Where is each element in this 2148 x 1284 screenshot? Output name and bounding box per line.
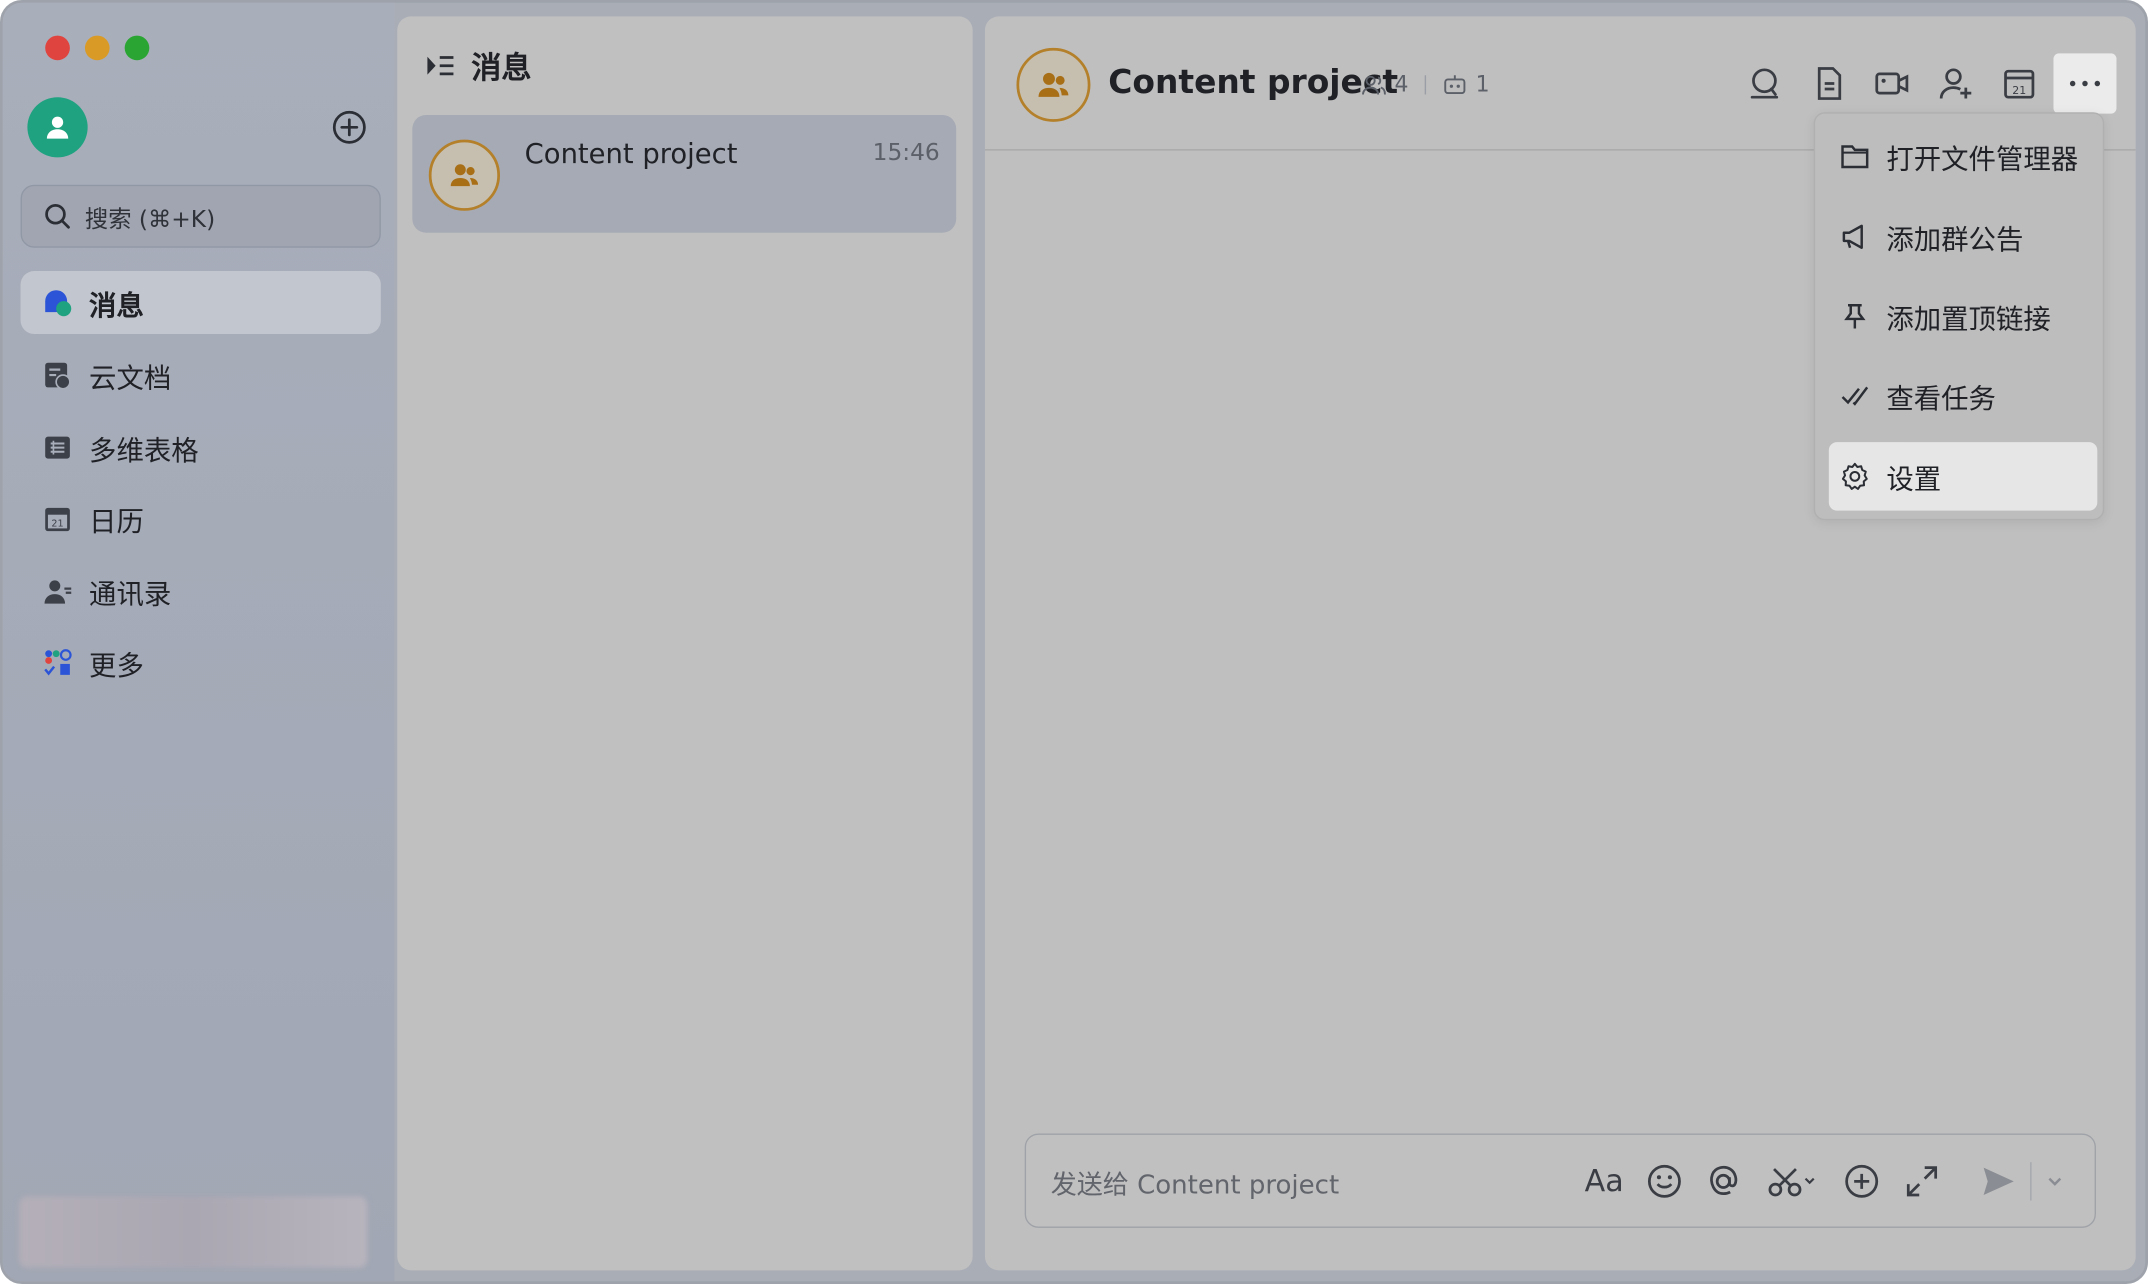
menu-item-add-announcement[interactable]: 添加群公告	[1821, 203, 2098, 271]
more-options-button[interactable]	[2053, 53, 2117, 114]
send-divider	[2030, 1162, 2032, 1201]
more-options-menu: 打开文件管理器 添加群公告 添加置顶链接 查看任务 设置	[1813, 112, 2105, 521]
composer-placeholder: 发送给 Content project	[1050, 1170, 1340, 1201]
sidebar-item-cloud-docs[interactable]: 云文档	[21, 344, 381, 407]
close-window-button[interactable]	[45, 35, 70, 61]
calendar-icon: 21	[45, 507, 70, 532]
sidebar-item-label: 更多	[89, 648, 144, 682]
sidebar-item-label: 消息	[89, 288, 144, 322]
message-composer[interactable]: 发送给 Content project Aa	[1024, 1133, 2096, 1228]
emoji-icon[interactable]	[1645, 1162, 1683, 1200]
sidebar: 搜索 (⌘+K) 消息 云文档 多维表格 21 日历 通讯录 更多	[2, 2, 395, 1282]
send-icon[interactable]	[1980, 1162, 2018, 1200]
group-avatar	[428, 139, 501, 211]
gear-icon	[1841, 462, 1868, 490]
menu-item-open-file-manager[interactable]: 打开文件管理器	[1821, 122, 2098, 190]
message-list-header: 消息	[425, 44, 532, 88]
group-icon	[1038, 72, 1069, 97]
expand-icon[interactable]	[1903, 1162, 1941, 1200]
search-placeholder: 搜索 (⌘+K)	[84, 206, 216, 234]
chevron-down-icon[interactable]	[2043, 1162, 2068, 1200]
conversation-time: 15:46	[872, 139, 940, 168]
search-icon	[45, 203, 70, 229]
folder-icon	[1841, 145, 1869, 169]
search-chat-icon[interactable]	[1747, 66, 1783, 102]
sidebar-item-base-table[interactable]: 多维表格	[21, 416, 381, 479]
format-text-button[interactable]: Aa	[1584, 1162, 1624, 1200]
zoom-window-button[interactable]	[124, 35, 150, 61]
ellipsis-icon	[2069, 80, 2101, 87]
menu-item-settings[interactable]: 设置	[1828, 442, 2098, 511]
add-member-icon[interactable]	[1938, 66, 1974, 102]
task-check-icon	[1841, 386, 1869, 406]
menu-item-add-pinned-link[interactable]: 添加置顶链接	[1821, 282, 2098, 350]
document-icon[interactable]	[1811, 66, 1847, 102]
cloud-docs-icon	[45, 362, 71, 390]
collapse-sidebar-icon[interactable]	[425, 52, 455, 79]
contacts-icon	[44, 580, 72, 604]
sidebar-item-label: 日历	[89, 504, 144, 538]
menu-item-label: 添加群公告	[1886, 222, 2024, 256]
add-circle-icon[interactable]	[332, 110, 368, 146]
app-window: 搜索 (⌘+K) 消息 云文档 多维表格 21 日历 通讯录 更多 消息 Con…	[0, 0, 2148, 1284]
menu-item-view-tasks[interactable]: 查看任务	[1821, 361, 2098, 429]
sidebar-item-label: 多维表格	[89, 433, 199, 467]
screenshot-scissors-icon[interactable]	[1766, 1162, 1821, 1200]
sidebar-item-more[interactable]: 更多	[21, 631, 381, 694]
mention-icon[interactable]	[1704, 1162, 1742, 1200]
video-call-icon[interactable]	[1874, 66, 1910, 102]
menu-item-label: 设置	[1886, 462, 1942, 495]
chat-group-avatar[interactable]	[1016, 47, 1091, 122]
more-apps-icon	[44, 649, 72, 676]
menu-item-label: 查看任务	[1886, 381, 1996, 415]
format-text-label: Aa	[1584, 1164, 1624, 1199]
message-list-title: 消息	[471, 52, 532, 87]
sidebar-item-label: 通讯录	[89, 576, 172, 610]
conversation-item[interactable]: Content project 15:46	[412, 114, 957, 233]
megaphone-icon	[1842, 224, 1863, 250]
user-avatar[interactable]	[27, 97, 88, 158]
search-box[interactable]: 搜索 (⌘+K)	[20, 184, 381, 248]
svg-text:21: 21	[51, 518, 63, 529]
pin-icon	[1844, 304, 1866, 329]
message-list-panel: 消息 Content project 15:46	[397, 16, 973, 1271]
bot-count: 1	[1475, 71, 1490, 98]
group-icon	[450, 164, 479, 187]
person-icon	[46, 116, 69, 139]
bot-icon	[1444, 74, 1466, 94]
blurred-profile-card	[19, 1196, 368, 1268]
svg-text:21: 21	[2012, 84, 2026, 97]
sidebar-item-messages[interactable]: 消息	[20, 271, 381, 335]
chat-title: Content project	[1108, 62, 1399, 102]
messages-icon	[45, 290, 72, 317]
base-table-icon	[45, 436, 70, 459]
minimize-window-button[interactable]	[84, 35, 110, 61]
sidebar-item-label: 云文档	[89, 360, 172, 394]
members-icon	[1362, 75, 1386, 94]
member-count: 4	[1394, 71, 1409, 98]
conversation-name: Content project	[524, 136, 738, 170]
sidebar-item-calendar[interactable]: 21 日历	[21, 487, 381, 550]
menu-item-label: 添加置顶链接	[1886, 301, 2051, 335]
chat-meta[interactable]: 4 1	[1362, 71, 1490, 97]
sidebar-item-contacts[interactable]: 通讯录	[21, 560, 381, 623]
add-circle-icon[interactable]	[1843, 1162, 1881, 1200]
meta-divider	[1424, 74, 1427, 94]
menu-item-label: 打开文件管理器	[1886, 141, 2079, 175]
calendar-icon[interactable]: 21	[2001, 66, 2037, 102]
